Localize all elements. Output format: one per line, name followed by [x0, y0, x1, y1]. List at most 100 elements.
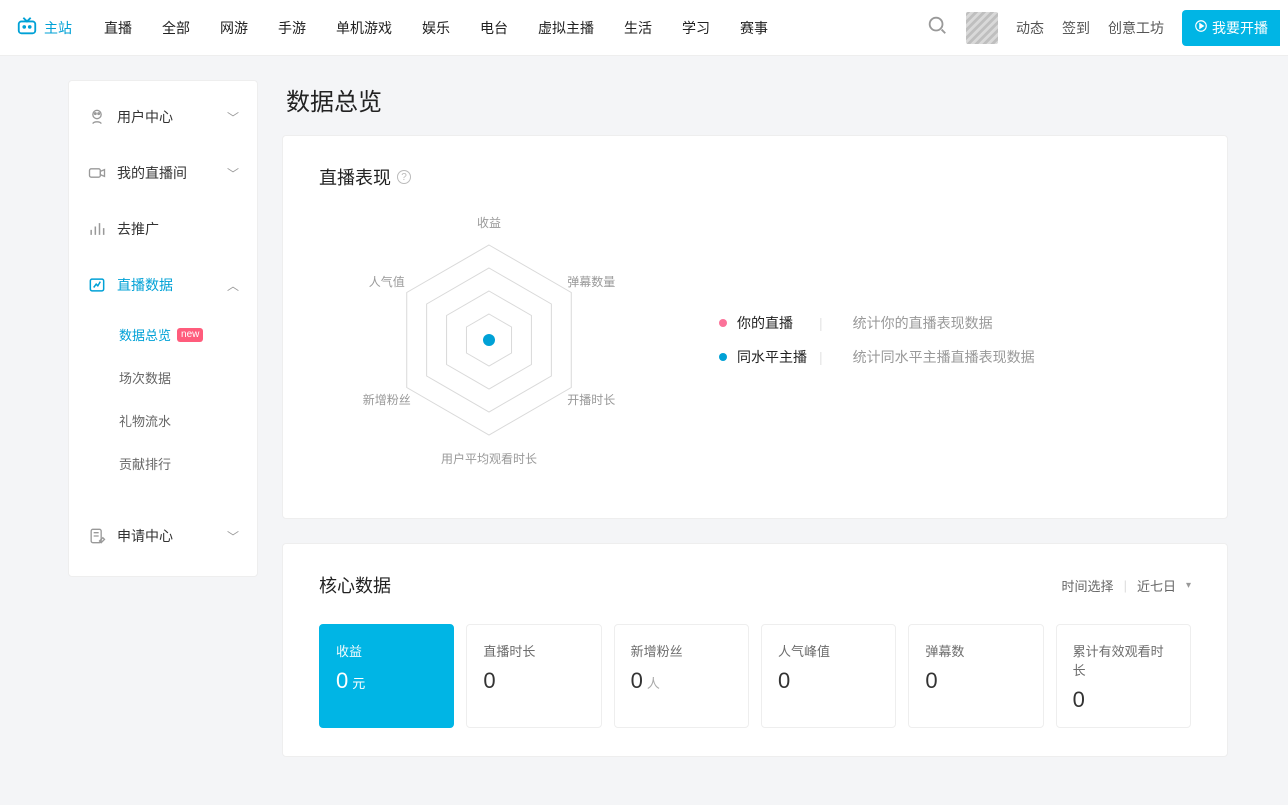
sidebar-item-label: 数据总览	[119, 325, 171, 344]
legend-row-0: 你的直播|统计你的直播表现数据	[719, 313, 1035, 333]
metric-value: 0人	[631, 668, 732, 694]
metric-2[interactable]: 新增粉丝 0人	[614, 624, 749, 728]
radar-axis-label-0: 收益	[477, 214, 501, 231]
time-select[interactable]: 时间选择 | 近七日 ▾	[1062, 576, 1191, 595]
main: 数据总览 直播表现 ? 收益弹幕数量开播时长用户平均观看时长新增粉丝人气值 你的…	[282, 80, 1228, 781]
search-icon[interactable]	[926, 14, 948, 41]
radar-title-row: 直播表现 ?	[319, 164, 1191, 190]
legend-desc: 统计同水平主播直播表现数据	[853, 347, 1035, 367]
nav-link-6[interactable]: 电台	[474, 14, 514, 42]
metric-label: 收益	[336, 641, 437, 660]
badge-new: new	[177, 328, 203, 342]
data-icon	[87, 275, 107, 295]
metric-label: 直播时长	[483, 641, 584, 660]
chevron-up-icon: ︿	[227, 277, 239, 294]
radar-axis-label-5: 人气值	[369, 273, 405, 290]
sidebar-group-0[interactable]: 用户中心 ﹀	[69, 89, 257, 145]
metric-label: 累计有效观看时长	[1073, 641, 1174, 679]
sidebar-group-2[interactable]: 去推广	[69, 201, 257, 257]
help-icon[interactable]: ?	[397, 170, 411, 184]
sidebar-item-label: 场次数据	[119, 368, 171, 387]
start-broadcast-button[interactable]: 我要开播	[1182, 10, 1280, 46]
nav-link-7[interactable]: 虚拟主播	[532, 14, 600, 42]
chevron-down-icon: ﹀	[227, 109, 239, 126]
nav-link-3[interactable]: 手游	[272, 14, 312, 42]
metric-5[interactable]: 累计有效观看时长 0	[1056, 624, 1191, 728]
nav-action-2[interactable]: 创意工坊	[1108, 18, 1164, 38]
chevron-down-icon: ﹀	[227, 165, 239, 182]
radar-axis-label-2: 开播时长	[567, 391, 615, 408]
legend-desc: 统计你的直播表现数据	[853, 313, 993, 333]
sidebar-group-4[interactable]: 申请中心 ﹀	[69, 508, 257, 564]
nav-link-1[interactable]: 全部	[156, 14, 196, 42]
sidebar-item-label: 礼物流水	[119, 411, 171, 430]
radar-axis-label-4: 新增粉丝	[363, 391, 411, 408]
metric-value: 0	[1073, 687, 1174, 713]
radar-card: 直播表现 ? 收益弹幕数量开播时长用户平均观看时长 新增粉丝 人气值 你的直播|统计…	[282, 135, 1228, 519]
radar-axis-label-3: 用户平均观看时长	[441, 450, 537, 467]
radar-legend: 你的直播|统计你的直播表现数据同水平主播|统计同水平主播直播表现数据	[719, 299, 1035, 381]
sidebar-group-1[interactable]: 我的直播间 ﹀	[69, 145, 257, 201]
nav-link-8[interactable]: 生活	[618, 14, 658, 42]
sidebar: 用户中心 ﹀ 我的直播间 ﹀ 去推广直播数据 ︿ 数据总览 new 场次数据礼物流水贡献排行申请…	[68, 80, 258, 577]
sidebar-item-3-3[interactable]: 贡献排行	[119, 442, 257, 485]
radar-title: 直播表现	[319, 164, 391, 190]
nav-link-2[interactable]: 网游	[214, 14, 254, 42]
sidebar-group-3[interactable]: 直播数据 ︿	[69, 257, 257, 313]
nav-action-1[interactable]: 签到	[1062, 18, 1090, 38]
sidebar-group-label: 去推广	[117, 219, 159, 239]
sidebar-item-3-0[interactable]: 数据总览 new	[119, 313, 257, 356]
nav-link-4[interactable]: 单机游戏	[330, 14, 398, 42]
sidebar-group-label: 用户中心	[117, 107, 173, 127]
avatar[interactable]	[966, 12, 998, 44]
chart-icon	[87, 219, 107, 239]
nav-link-9[interactable]: 学习	[676, 14, 716, 42]
metric-4[interactable]: 弹幕数 0	[908, 624, 1043, 728]
nav-right: 动态签到创意工坊 我要开播	[926, 10, 1280, 46]
sidebar-group-label: 申请中心	[117, 526, 173, 546]
nav-action-0[interactable]: 动态	[1016, 18, 1044, 38]
page-title: 数据总览	[286, 82, 1228, 117]
sidebar-item-label: 贡献排行	[119, 454, 171, 473]
apply-icon	[87, 526, 107, 546]
metric-value: 0	[778, 668, 879, 694]
camera-icon	[87, 163, 107, 183]
metric-label: 新增粉丝	[631, 641, 732, 660]
metric-1[interactable]: 直播时长 0	[466, 624, 601, 728]
nav-link-10[interactable]: 赛事	[734, 14, 774, 42]
broadcast-label: 我要开播	[1212, 18, 1268, 38]
brand[interactable]: 主站	[8, 15, 80, 40]
metric-0[interactable]: 收益0元	[319, 624, 454, 728]
tv-logo-icon	[16, 15, 38, 40]
topnav: 主站 直播全部网游手游单机游戏娱乐电台虚拟主播生活学习赛事 动态签到创意工坊 我…	[0, 0, 1288, 56]
play-icon	[1194, 19, 1208, 36]
radar-axis-label-1: 弹幕数量	[567, 273, 615, 290]
chevron-down-icon: ﹀	[227, 528, 239, 545]
time-label: 时间选择	[1062, 576, 1114, 595]
core-title: 核心数据	[319, 572, 391, 598]
sidebar-item-3-1[interactable]: 场次数据	[119, 356, 257, 399]
sidebar-group-label: 我的直播间	[117, 163, 187, 183]
legend-name: 同水平主播	[737, 347, 809, 367]
nav-link-0[interactable]: 直播	[98, 14, 138, 42]
core-card: 核心数据 时间选择 | 近七日 ▾ 收益0元直播时长0新增粉丝0人人气峰值0弹幕…	[282, 543, 1228, 757]
nav-link-5[interactable]: 娱乐	[416, 14, 456, 42]
metric-label: 人气峰值	[778, 641, 879, 660]
brand-label: 主站	[44, 18, 72, 38]
sidebar-group-label: 直播数据	[117, 275, 173, 295]
sidebar-item-3-2[interactable]: 礼物流水	[119, 399, 257, 442]
metric-value: 0	[925, 668, 1026, 694]
user-center-icon	[87, 107, 107, 127]
nav-links: 直播全部网游手游单机游戏娱乐电台虚拟主播生活学习赛事	[98, 14, 774, 42]
legend-name: 你的直播	[737, 313, 809, 333]
metric-grid: 收益0元 直播时长 0 新增粉丝 0人 人气峰值 0 弹幕数 0 累计有效观看时长 0	[319, 624, 1191, 728]
legend-dot-icon	[719, 319, 727, 327]
metric-label: 弹幕数	[925, 641, 1026, 660]
legend-row-1: 同水平主播|统计同水平主播直播表现数据	[719, 347, 1035, 367]
metric-value: 0	[483, 668, 584, 694]
legend-dot-icon	[719, 353, 727, 361]
nav-action-group: 动态签到创意工坊	[1016, 18, 1164, 38]
chevron-down-icon: ▾	[1186, 580, 1191, 591]
time-value: 近七日	[1137, 576, 1176, 595]
metric-3[interactable]: 人气峰值 0	[761, 624, 896, 728]
